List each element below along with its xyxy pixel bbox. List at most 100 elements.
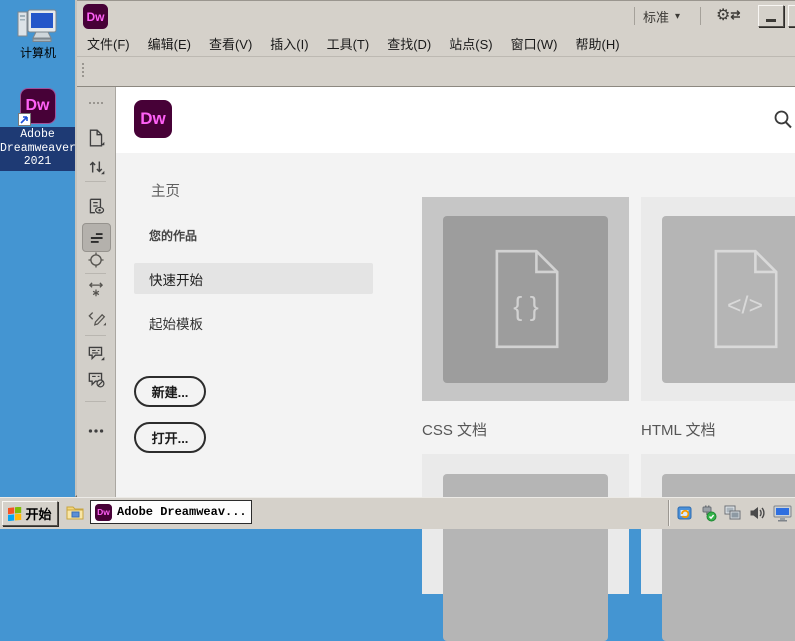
- nav-starter-templates[interactable]: 起始模板: [149, 313, 203, 333]
- menu-tools[interactable]: 工具(T): [327, 34, 370, 53]
- left-toolbar: [77, 87, 116, 498]
- taskbar: 开始 Dw Adobe Dreamweav...: [0, 497, 795, 529]
- display-tray-icon[interactable]: [773, 505, 792, 522]
- toolbar-separator: [85, 401, 106, 402]
- card-html-thumbnail: </>: [662, 216, 795, 383]
- list-preview-icon: [86, 196, 106, 216]
- up-down-arrows-icon: [86, 157, 106, 177]
- card-css-document[interactable]: { }: [422, 197, 629, 401]
- window-app-icon: Dw: [83, 4, 108, 29]
- start-label: 开始: [25, 504, 51, 523]
- quick-launch-folder-icon[interactable]: [66, 504, 84, 520]
- card-html-document[interactable]: </>: [641, 197, 795, 401]
- more-tools-button[interactable]: [84, 419, 108, 443]
- safely-remove-hardware-icon[interactable]: [700, 505, 717, 522]
- comment-bubble-icon: [86, 343, 106, 363]
- menu-bar: 文件(F) 编辑(E) 查看(V) 插入(I) 工具(T) 查找(D) 站点(S…: [77, 30, 795, 57]
- shortcut-label-line1: Adobe: [0, 128, 75, 142]
- computer-icon: [16, 6, 60, 44]
- shortcut-label-line2: Dreamweaver: [0, 142, 75, 156]
- crosshair-icon: [86, 250, 106, 270]
- welcome-dw-logo-text: Dw: [140, 109, 166, 129]
- tag-pencil-icon: [86, 307, 106, 327]
- menu-edit[interactable]: 编辑(E): [148, 34, 191, 53]
- code-edit-button[interactable]: [84, 305, 108, 329]
- welcome-header: Dw: [116, 87, 795, 153]
- taskbar-button-label: Adobe Dreamweav...: [117, 505, 247, 519]
- start-button[interactable]: 开始: [2, 501, 58, 526]
- gear-icon: ⚙: [716, 5, 730, 25]
- desktop-icon-dreamweaver[interactable]: Dw Adobe Dreamweaver 2021: [0, 88, 75, 171]
- toolbar-separator: [85, 181, 106, 182]
- windows-update-tray-icon[interactable]: [677, 505, 693, 521]
- search-icon[interactable]: [771, 108, 795, 132]
- toolbar-separator: [85, 335, 106, 336]
- card-html-label: HTML 文档: [641, 419, 715, 440]
- wrap-tag-button[interactable]: [84, 277, 108, 301]
- ellipsis-icon: [86, 421, 106, 441]
- menu-view[interactable]: 查看(V): [209, 34, 252, 53]
- css-file-icon: { }: [484, 247, 568, 351]
- taskbar-dw-icon-text: Dw: [97, 507, 110, 517]
- dreamweaver-window: Dw 标准 ▾ ⚙ ⇄ 文件(F) 编辑(E) 查看(V) 插入(I) 工具(T…: [75, 0, 795, 497]
- shortcut-label-line3: 2021: [0, 155, 75, 169]
- menu-file[interactable]: 文件(F): [87, 34, 130, 53]
- taskbar-button-dreamweaver[interactable]: Dw Adobe Dreamweav...: [90, 500, 252, 524]
- card-css-thumbnail: { }: [443, 216, 608, 383]
- minimize-button[interactable]: [758, 5, 784, 27]
- desktop-icon-computer[interactable]: 计算机: [14, 6, 62, 61]
- outline-lines-icon: [87, 228, 107, 248]
- system-tray: [668, 500, 792, 526]
- menu-insert[interactable]: 插入(I): [270, 34, 308, 53]
- nav-quick-start[interactable]: 快速开始: [134, 263, 373, 294]
- card-css-label: CSS 文档: [422, 419, 487, 440]
- html-file-icon: </>: [703, 247, 787, 351]
- new-document-icon: [86, 128, 106, 148]
- arrows-asterisk-icon: [86, 279, 106, 299]
- comment-button[interactable]: [84, 341, 108, 365]
- inspect-mode-button[interactable]: [84, 248, 108, 272]
- file-management-button[interactable]: [84, 155, 108, 179]
- network-tray-icon[interactable]: [724, 505, 742, 521]
- taskbar-dw-icon: Dw: [95, 504, 112, 521]
- menu-help[interactable]: 帮助(H): [576, 34, 620, 53]
- html-glyph: </>: [726, 292, 762, 320]
- titlebar-separator: [700, 7, 701, 25]
- dreamweaver-shortcut-label: Adobe Dreamweaver 2021: [0, 127, 75, 171]
- shortcut-arrow-icon: [18, 113, 31, 126]
- menu-find[interactable]: 查找(D): [387, 34, 431, 53]
- computer-label: 计算机: [14, 44, 62, 61]
- sync-settings-button[interactable]: ⚙ ⇄: [716, 5, 740, 25]
- comment-slash-icon: [86, 369, 106, 389]
- css-glyph: { }: [513, 292, 539, 322]
- desktop: 计算机 Dw Adobe Dreamweaver 2021: [0, 0, 75, 528]
- welcome-dw-logo: Dw: [134, 100, 172, 138]
- toolbar-grip-handle[interactable]: [81, 62, 86, 78]
- new-button[interactable]: 新建...: [134, 376, 206, 407]
- document-toolbar: [77, 57, 795, 86]
- workspace-switcher[interactable]: 标准 ▾: [643, 7, 680, 26]
- live-view-options-button[interactable]: [84, 194, 108, 218]
- menu-window[interactable]: 窗口(W): [511, 34, 558, 53]
- maximize-button[interactable]: [788, 5, 795, 27]
- menu-site[interactable]: 站点(S): [449, 34, 492, 53]
- window-body: Dw 主页 您的作品 快速开始 起始模板 新建... 打开...: [77, 86, 795, 498]
- windows-logo-icon: [8, 507, 22, 521]
- toolbar-separator: [85, 273, 106, 274]
- nav-home[interactable]: 主页: [151, 180, 180, 201]
- window-title-bar: Dw 标准 ▾ ⚙ ⇄: [77, 0, 795, 31]
- welcome-screen: Dw 主页 您的作品 快速开始 起始模板 新建... 打开...: [116, 87, 795, 498]
- chevron-down-icon: ▾: [675, 11, 680, 22]
- open-button[interactable]: 打开...: [134, 422, 206, 453]
- nav-quick-start-label: 快速开始: [149, 269, 203, 289]
- titlebar-separator: [634, 7, 635, 25]
- volume-tray-icon[interactable]: [749, 505, 766, 521]
- remove-comment-button[interactable]: [84, 367, 108, 391]
- workspace-label: 标准: [643, 7, 669, 26]
- left-toolbar-grip-handle[interactable]: [88, 101, 104, 106]
- window-app-icon-text: Dw: [87, 10, 105, 24]
- sync-arrows-icon: ⇄: [730, 8, 740, 22]
- nav-your-work-heading: 您的作品: [149, 227, 197, 244]
- minimize-icon: [766, 19, 776, 22]
- new-document-button[interactable]: [84, 126, 108, 150]
